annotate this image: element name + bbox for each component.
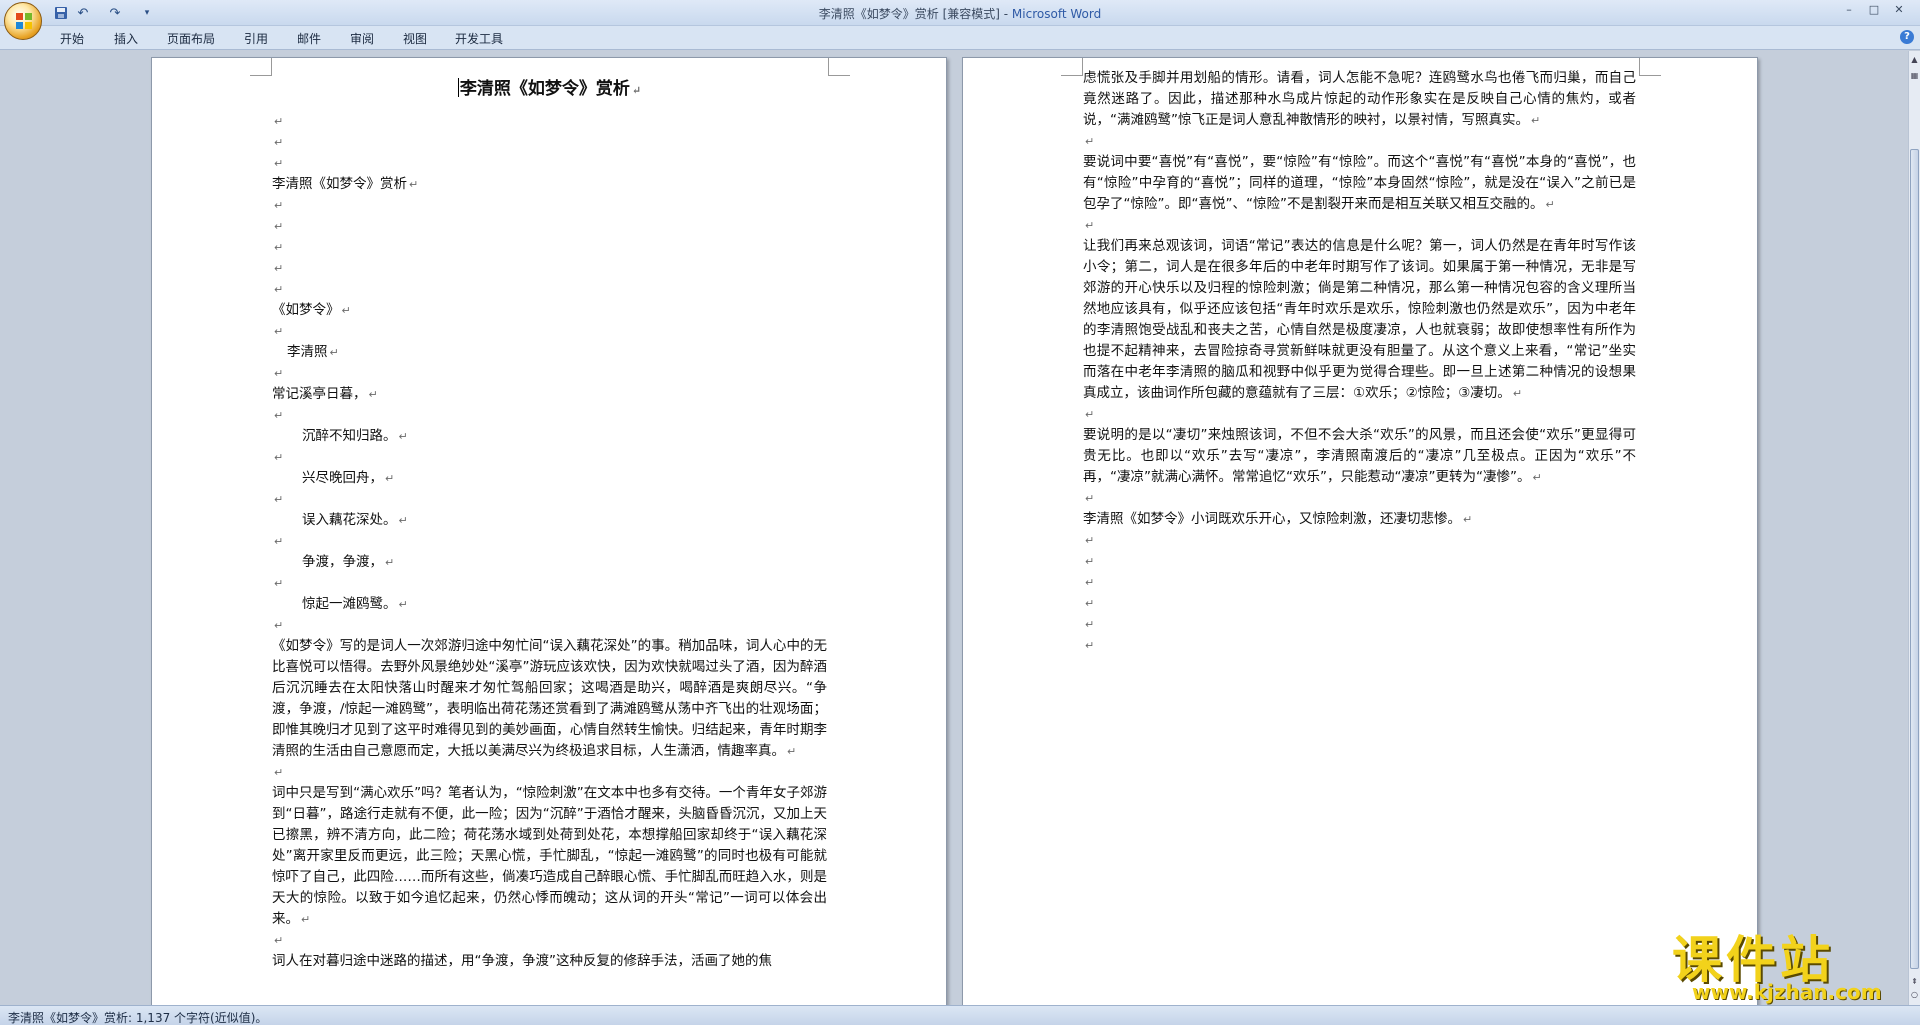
browse-object-icon[interactable]: ○ [1909, 988, 1920, 1001]
paragraph: 词中只是写到“满心欢乐”吗？笔者认为，“惊险刺激”在文本中也多有交待。一个青年女… [272, 785, 827, 927]
watermark-url: www.kjzhan.com [1692, 980, 1882, 1004]
page-1[interactable]: 李清照《如梦令》赏析 ↵ ↵ ↵ ↵ 李清照《如梦令》赏析 ↵ ↵ ↵ ↵ ↵ ↵ … [151, 57, 947, 1005]
help-icon[interactable]: ? [1900, 30, 1914, 44]
tab-page-layout[interactable]: 页面布局 [167, 30, 215, 47]
status-bar: 李清照《如梦令》赏析: 1,137 个字符(近似值)。 [0, 1005, 1920, 1025]
tab-insert[interactable]: 插入 [114, 30, 138, 47]
title-bar: ↶ ↷ ▾ 李清照《如梦令》赏析 [兼容模式] - Microsoft Word… [0, 0, 1920, 40]
document-area: 李清照《如梦令》赏析 ↵ ↵ ↵ ↵ 李清照《如梦令》赏析 ↵ ↵ ↵ ↵ ↵ ↵ … [0, 51, 1908, 1005]
maximize-button[interactable]: □ [1863, 3, 1885, 19]
previous-page-icon[interactable]: ⇞ [1909, 975, 1920, 988]
poem-line: 兴尽晚回舟， ↵ [302, 470, 395, 486]
tab-home[interactable]: 开始 [60, 30, 84, 47]
paragraph: 李清照《如梦令》小词既欢乐开心，又惊险刺激，还凄切悲惨。 ↵ [1083, 511, 1473, 527]
tab-review[interactable]: 审阅 [350, 30, 374, 47]
scroll-up-icon[interactable]: ▲ [1909, 53, 1920, 66]
page-1-content: 李清照《如梦令》赏析 ↵ ↵ ↵ ↵ 李清照《如梦令》赏析 ↵ ↵ ↵ ↵ ↵ ↵ … [272, 74, 827, 972]
vertical-scrollbar[interactable]: ▲ ▦ ⇞ ○ [1908, 51, 1920, 1005]
tab-view[interactable]: 视图 [403, 30, 427, 47]
poem-line: 误入藕花深处。 ↵ [302, 512, 408, 528]
poem-title: 《如梦令》 ↵ [272, 302, 351, 318]
paragraph: 词人在对暮归途中迷路的描述，用“争渡，争渡”这种反复的修辞手法，活画了她的焦 [272, 953, 772, 969]
close-button[interactable]: ✕ [1888, 3, 1910, 19]
minimize-button[interactable]: – [1838, 3, 1860, 19]
poem-line: 常记溪亭日暮， ↵ [272, 386, 378, 402]
ruler-toggle-icon[interactable]: ▦ [1909, 69, 1920, 82]
paragraph: 《如梦令》写的是词人一次郊游归途中匆忙间“误入藕花深处”的事。稍加品味，词人心中… [272, 638, 827, 759]
ribbon-tabs: 开始 插入 页面布局 引用 邮件 审阅 视图 开发工具 [0, 26, 1920, 50]
poem-line: 惊起一滩鸥鹭。 ↵ [302, 596, 408, 612]
office-logo-icon [16, 13, 32, 29]
page-2[interactable]: 虑慌张及手脚并用划船的情形。请看，词人怎能不急呢？连鸥鹭水鸟也倦飞而归巢，而自己… [962, 57, 1758, 1005]
scrollbar-thumb[interactable] [1910, 149, 1919, 969]
window-title: 李清照《如梦令》赏析 [兼容模式] - Microsoft Word [818, 7, 1102, 21]
tab-mailings[interactable]: 邮件 [297, 30, 321, 47]
paragraph: 虑慌张及手脚并用划船的情形。请看，词人怎能不急呢？连鸥鹭水鸟也倦飞而归巢，而自己… [1083, 70, 1636, 128]
margin-corner-mark [1639, 58, 1661, 76]
office-button[interactable] [4, 2, 42, 40]
margin-corner-mark [250, 58, 272, 76]
margin-corner-mark [828, 58, 850, 76]
paragraph: 让我们再来总观该词，词语“常记”表达的信息是什么呢？第一，词人仍然是在青年时写作… [1083, 238, 1636, 401]
subtitle-line: 李清照《如梦令》赏析 ↵ [272, 176, 419, 192]
paragraph: 要说词中要“喜悦”有“喜悦”，要“惊险”有“惊险”。而这个“喜悦”有“喜悦”本身… [1083, 154, 1636, 212]
poem-line: 沉醉不知归路。 ↵ [302, 428, 408, 444]
paragraph: 要说明的是以“凄切”来烛照该词，不但不会大杀“欢乐”的风景，而且还会使“欢乐”更… [1083, 427, 1636, 485]
poem-line: 争渡，争渡， ↵ [302, 554, 395, 570]
tab-references[interactable]: 引用 [244, 30, 268, 47]
tab-developer[interactable]: 开发工具 [455, 30, 503, 47]
document-heading: 李清照《如梦令》赏析 ↵ [457, 78, 642, 99]
margin-corner-mark [1061, 58, 1083, 76]
text-cursor [457, 78, 459, 97]
status-text: 李清照《如梦令》赏析: 1,137 个字符(近似值)。 [8, 1011, 268, 1025]
poem-author: 李清照 ↵ [287, 344, 339, 360]
page-2-content: 虑慌张及手脚并用划船的情形。请看，词人怎能不急呢？连鸥鹭水鸟也倦飞而归巢，而自己… [1083, 70, 1636, 652]
watermark-logo: 课件站 www.kjzhan.com [1672, 920, 1904, 1004]
